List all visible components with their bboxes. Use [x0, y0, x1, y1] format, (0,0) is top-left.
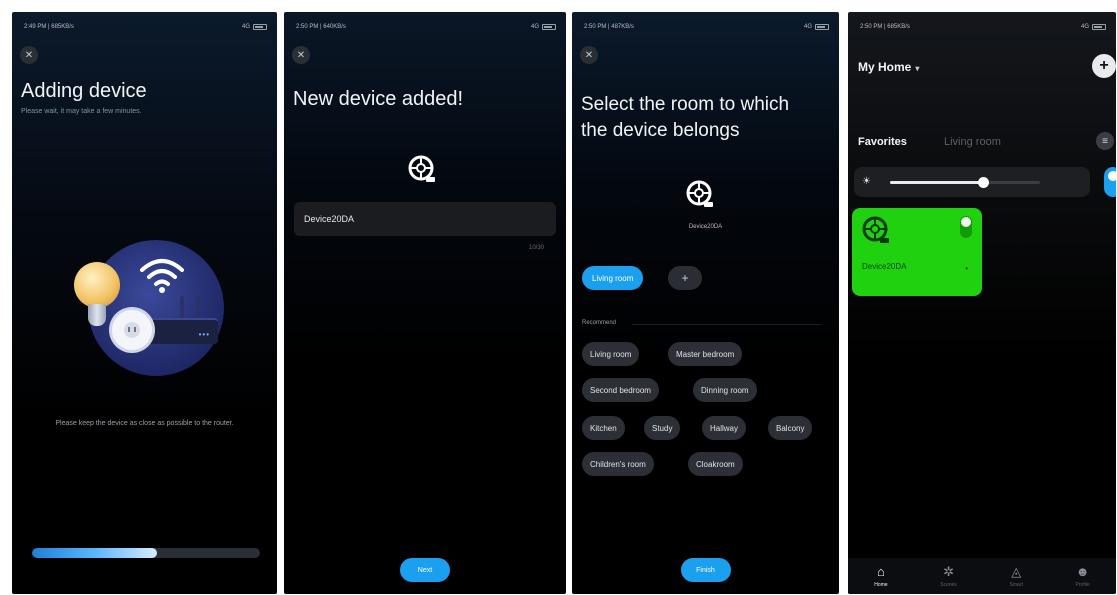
status-indicators: 4G — [531, 24, 556, 30]
pairing-progress-bar — [32, 548, 260, 558]
screen-select-room: 2:50 PM | 487KB/s 4G ✕ Select the room t… — [572, 12, 839, 594]
screen-home: 2:50 PM | 685KB/s 4G My Home ▾ + Favorite… — [848, 12, 1116, 594]
status-bar: 2:49 PM | 685KB/s 4G — [24, 22, 267, 32]
more-icon[interactable]: • — [965, 264, 968, 273]
menu-icon: ≡ — [1102, 135, 1108, 147]
profile-icon: ☻ — [1075, 564, 1090, 579]
device-toggle[interactable] — [960, 216, 972, 238]
status-indicators: 4G — [242, 24, 267, 30]
nav-label: Home — [874, 582, 888, 588]
room-chip[interactable]: Cloakroom — [688, 452, 743, 476]
page-title: Select the room to which the device belo… — [581, 92, 789, 144]
smart-plug-icon — [112, 310, 152, 350]
screen-adding-device: 2:49 PM | 685KB/s 4G ✕ Adding device Ple… — [12, 12, 277, 594]
status-bar: 2:50 PM | 685KB/s 4G — [860, 22, 1106, 32]
nav-scenes[interactable]: ✲ Scenes — [940, 564, 957, 588]
device-icon — [408, 155, 435, 182]
nav-label: Smart — [1009, 582, 1023, 588]
title-line-2: the device belongs — [581, 120, 740, 141]
room-chip[interactable]: Kitchen — [582, 416, 625, 440]
page-title: New device added! — [293, 88, 464, 110]
room-chip[interactable]: Dinning room — [693, 378, 757, 402]
smart-icon: ◬ — [1011, 564, 1022, 579]
title-line-1: Select the room to which — [581, 94, 790, 115]
device-card-name: Device20DA — [862, 262, 907, 271]
pairing-illustration: ••• — [74, 240, 224, 376]
status-time: 2:49 PM | 685KB/s — [24, 24, 74, 30]
divider — [632, 324, 821, 325]
signal-label: 4G — [241, 24, 250, 30]
close-button[interactable]: ✕ — [580, 46, 598, 64]
battery-icon — [253, 24, 267, 30]
home-icon: ⌂ — [877, 564, 885, 579]
battery-icon — [1092, 24, 1106, 30]
bulb-icon — [74, 262, 120, 308]
page-subtitle: Please wait, it may take a few minutes. — [21, 108, 142, 115]
power-toggle[interactable] — [1104, 167, 1116, 197]
recommend-label: Recommend — [582, 320, 617, 326]
status-time: 2:50 PM | 640KB/s — [296, 24, 346, 30]
close-icon: ✕ — [584, 49, 594, 61]
char-counter: 10/30 — [528, 245, 544, 251]
device-icon — [686, 180, 713, 207]
close-icon: ✕ — [24, 49, 34, 61]
room-chip[interactable]: Children's room — [582, 452, 654, 476]
page-title: Adding device — [21, 80, 147, 102]
status-indicators: 4G — [804, 24, 829, 30]
nav-home[interactable]: ⌂ Home — [874, 564, 887, 588]
battery-icon — [815, 24, 829, 30]
close-button[interactable]: ✕ — [292, 46, 310, 64]
screen-device-added: 2:50 PM | 640KB/s 4G ✕ New device added!… — [284, 12, 566, 594]
room-chip[interactable]: Living room — [582, 342, 640, 366]
device-icon — [862, 216, 889, 243]
menu-button[interactable]: ≡ — [1096, 132, 1114, 150]
nav-smart[interactable]: ◬ Smart — [1010, 564, 1023, 588]
finish-button[interactable]: Finish — [680, 558, 731, 582]
room-chip[interactable]: Balcony — [768, 416, 813, 440]
brightness-control: ☀ — [854, 167, 1090, 197]
progress-fill — [32, 548, 158, 558]
signal-label: 4G — [1080, 24, 1089, 30]
status-time: 2:50 PM | 685KB/s — [860, 24, 910, 30]
selected-room-chip[interactable]: Living room — [582, 266, 644, 290]
next-button[interactable]: Next — [400, 558, 450, 582]
nav-label: Scenes — [940, 582, 957, 588]
slider-knob[interactable] — [978, 177, 989, 188]
status-bar: 2:50 PM | 487KB/s 4G — [584, 22, 829, 32]
chevron-down-icon: ▾ — [915, 64, 920, 73]
home-title: My Home — [858, 60, 912, 74]
scenes-icon: ✲ — [943, 564, 955, 579]
status-time: 2:50 PM | 487KB/s — [584, 24, 634, 30]
tab-living-room[interactable]: Living room — [944, 136, 1001, 148]
room-chip[interactable]: Study — [644, 416, 681, 440]
brightness-icon: ☀ — [862, 176, 871, 187]
device-name-field[interactable]: Device20DA — [294, 202, 556, 236]
battery-icon — [542, 24, 556, 30]
nav-profile[interactable]: ☻ Profile — [1076, 564, 1090, 588]
tab-favorites[interactable]: Favorites — [858, 136, 907, 148]
close-button[interactable]: ✕ — [20, 46, 38, 64]
add-room-button[interactable]: + — [668, 266, 702, 290]
room-chip[interactable]: Hallway — [702, 416, 747, 440]
signal-label: 4G — [803, 24, 812, 30]
nav-label: Profile — [1075, 582, 1090, 588]
status-indicators: 4G — [1081, 24, 1106, 30]
slider-fill — [890, 181, 983, 184]
bulb-base — [88, 304, 106, 326]
signal-label: 4G — [530, 24, 539, 30]
room-chip[interactable]: Master bedroom — [668, 342, 743, 366]
wifi-icon — [140, 259, 184, 293]
device-card[interactable]: Device20DA • — [852, 208, 982, 296]
brightness-slider[interactable] — [890, 177, 1040, 188]
home-selector[interactable]: My Home ▾ — [858, 60, 919, 74]
proximity-hint: Please keep the device as close as possi… — [55, 420, 234, 427]
device-name: Device20DA — [688, 224, 723, 230]
status-bar: 2:50 PM | 640KB/s 4G — [296, 22, 556, 32]
bottom-nav: ⌂ Home ✲ Scenes ◬ Smart ☻ Profile — [848, 558, 1116, 594]
room-chip[interactable]: Second bedroom — [582, 378, 659, 402]
add-device-button[interactable]: + — [1092, 54, 1116, 78]
close-icon: ✕ — [296, 49, 306, 61]
